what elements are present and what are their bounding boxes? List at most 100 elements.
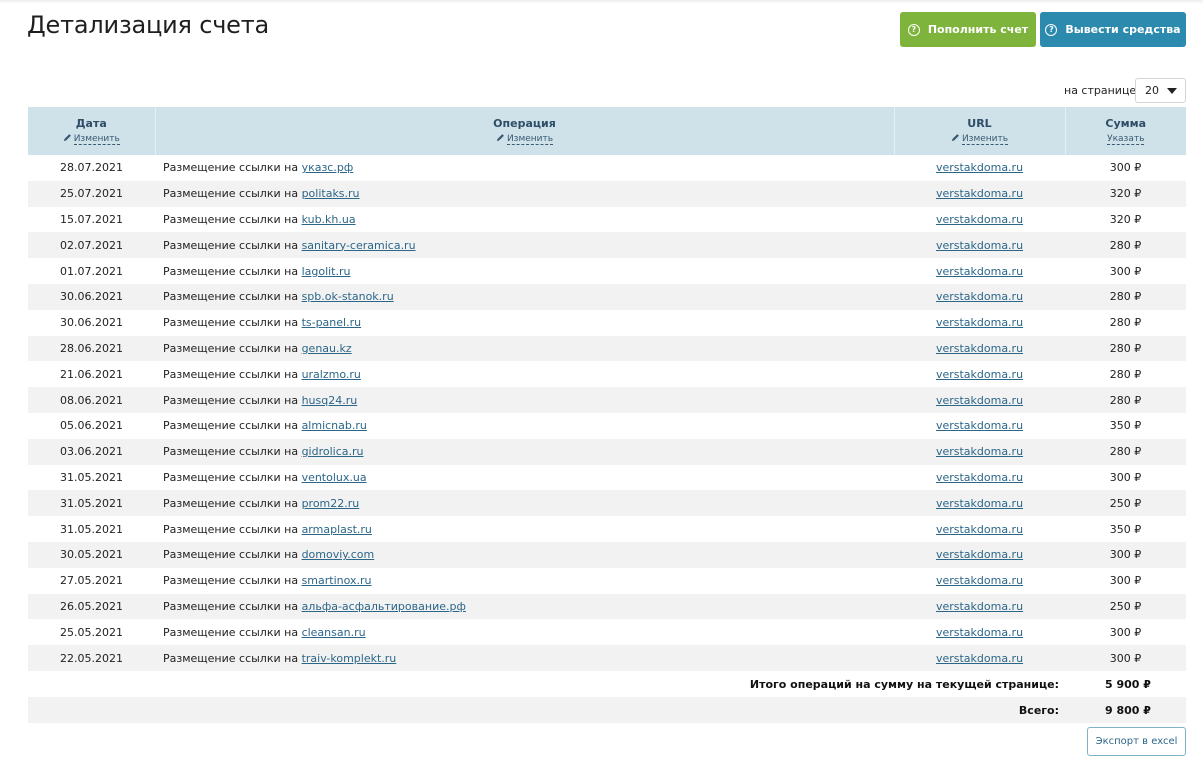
url-link[interactable]: verstakdoma.ru — [936, 600, 1023, 613]
row-sum: 300 ₽ — [1065, 645, 1186, 671]
row-date: 03.06.2021 — [28, 438, 155, 465]
row-url: verstakdoma.ru — [894, 593, 1065, 620]
row-operation: Размещение ссылки на альфа-асфальтирован… — [155, 593, 894, 620]
site-link[interactable]: armaplast.ru — [302, 523, 372, 536]
row-date: 31.05.2021 — [28, 490, 155, 517]
row-sum: 300 ₽ — [1109, 470, 1142, 484]
row-sum: 320 ₽ — [1109, 212, 1142, 226]
url-link[interactable]: verstakdoma.ru — [936, 368, 1023, 381]
row-url: verstakdoma.ru — [894, 438, 1065, 465]
operation-prefix: Размещение ссылки на — [163, 393, 299, 407]
site-link[interactable]: lagolit.ru — [302, 265, 351, 278]
topup-button[interactable]: ? Пополнить счет — [900, 12, 1036, 47]
site-link[interactable]: spb.ok-stanok.ru — [302, 290, 394, 303]
withdraw-button-label: Вывести средства — [1065, 23, 1181, 36]
operation-prefix: Размещение ссылки на — [163, 651, 299, 665]
site-link[interactable]: politaks.ru — [302, 187, 360, 200]
operation-prefix: Размещение ссылки на — [163, 187, 299, 201]
table-row: 30.06.2021 Размещение ссылки на ts-panel.… — [28, 310, 1186, 336]
row-sum: 300 ₽ — [1065, 541, 1186, 568]
site-link[interactable]: kub.kh.ua — [302, 213, 356, 226]
table-header-row: Дата Изменить Операция Изменить URL Изме… — [28, 107, 1186, 155]
url-link[interactable]: verstakdoma.ru — [936, 394, 1023, 407]
site-link[interactable]: gidrolica.ru — [302, 445, 364, 458]
operation-prefix: Размещение ссылки на — [163, 522, 299, 536]
row-operation: Размещение ссылки на genau.kz — [155, 335, 894, 362]
grand-total-value: 9 800 ₽ — [1105, 704, 1151, 717]
row-date: 31.05.2021 — [60, 470, 123, 484]
url-link[interactable]: verstakdoma.ru — [936, 574, 1023, 587]
url-link[interactable]: verstakdoma.ru — [936, 342, 1023, 355]
row-date: 08.06.2021 — [28, 387, 155, 413]
url-link[interactable]: verstakdoma.ru — [936, 471, 1023, 484]
site-link[interactable]: uralzmo.ru — [302, 368, 361, 381]
row-url: verstakdoma.ru — [894, 232, 1065, 259]
export-excel-button[interactable]: Экспорт в excel — [1087, 727, 1186, 756]
row-url: verstakdoma.ru — [894, 413, 1065, 439]
site-link[interactable]: альфа-асфальтирование.рф — [302, 600, 466, 613]
url-link[interactable]: verstakdoma.ru — [936, 548, 1023, 561]
url-link[interactable]: verstakdoma.ru — [936, 290, 1023, 303]
site-link[interactable]: almicnab.ru — [302, 419, 367, 432]
operation-prefix: Размещение ссылки на — [163, 599, 299, 613]
row-operation: Размещение ссылки на smartinox.ru — [155, 568, 894, 594]
operation-prefix: Размещение ссылки на — [163, 264, 299, 278]
url-link[interactable]: verstakdoma.ru — [936, 187, 1023, 200]
column-header-sum: Сумма Указать — [1065, 107, 1186, 155]
url-link[interactable]: verstakdoma.ru — [936, 497, 1023, 510]
operation-prefix: Размещение ссылки на — [163, 445, 299, 459]
site-link[interactable]: traiv-komplekt.ru — [302, 652, 397, 665]
grand-total-row: Всего: 9 800 ₽ — [28, 697, 1186, 723]
url-link[interactable]: verstakdoma.ru — [936, 523, 1023, 536]
row-date: 30.05.2021 — [28, 541, 155, 568]
operation-prefix: Размещение ссылки на — [163, 290, 299, 304]
row-url: verstakdoma.ru — [894, 207, 1065, 233]
row-sum: 280 ₽ — [1109, 367, 1142, 381]
set-sum-filter[interactable]: Указать — [1107, 134, 1145, 145]
url-link[interactable]: verstakdoma.ru — [936, 419, 1023, 432]
topup-button-label: Пополнить счет — [927, 23, 1029, 36]
edit-operation-filter[interactable]: Изменить — [506, 134, 554, 145]
column-header-date: Дата Изменить — [28, 107, 156, 155]
table-row: 31.05.2021 Размещение ссылки на ventolux.… — [28, 465, 1186, 491]
row-sum: 280 ₽ — [1065, 283, 1186, 310]
row-operation: Размещение ссылки на sanitary-ceramica.r… — [155, 232, 894, 259]
site-link[interactable]: genau.kz — [302, 342, 352, 355]
site-link[interactable]: ventolux.ua — [302, 471, 367, 484]
row-operation: Размещение ссылки на prom22.ru — [155, 490, 894, 517]
url-link[interactable]: verstakdoma.ru — [936, 265, 1023, 278]
url-link[interactable]: verstakdoma.ru — [936, 445, 1023, 458]
edit-date-filter[interactable]: Изменить — [73, 134, 120, 145]
site-link[interactable]: sanitary-ceramica.ru — [302, 239, 416, 252]
site-link[interactable]: smartinox.ru — [302, 574, 372, 587]
row-operation: Размещение ссылки на spb.ok-stanok.ru — [155, 283, 894, 310]
row-operation: Размещение ссылки на cleansan.ru — [155, 619, 894, 645]
site-link[interactable]: указс.рф — [302, 161, 354, 174]
site-link[interactable]: ts-panel.ru — [302, 316, 362, 329]
url-link[interactable]: verstakdoma.ru — [936, 626, 1023, 639]
per-page-select[interactable]: 20 — [1135, 78, 1186, 103]
column-title: Операция — [493, 117, 556, 130]
row-operation: Размещение ссылки на kub.kh.ua — [155, 207, 894, 233]
question-icon: ? — [1045, 23, 1058, 36]
row-url: verstakdoma.ru — [894, 619, 1065, 645]
site-link[interactable]: domoviy.com — [302, 548, 375, 561]
site-link[interactable]: cleansan.ru — [302, 626, 366, 639]
edit-url-filter[interactable]: Изменить — [961, 134, 1009, 145]
table-row: 25.05.2021 Размещение ссылки на cleansan.… — [28, 619, 1186, 645]
url-link[interactable]: verstakdoma.ru — [936, 161, 1023, 174]
url-link[interactable]: verstakdoma.ru — [936, 239, 1023, 252]
table-row: 26.05.2021 Размещение ссылки на альфа-асф… — [28, 593, 1186, 620]
pencil-icon — [951, 134, 959, 142]
row-url: verstakdoma.ru — [894, 335, 1065, 362]
url-link[interactable]: verstakdoma.ru — [936, 316, 1023, 329]
site-link[interactable]: husq24.ru — [302, 394, 358, 407]
row-url: verstakdoma.ru — [894, 465, 1065, 491]
withdraw-button[interactable]: ? Вывести средства — [1040, 12, 1186, 47]
url-link[interactable]: verstakdoma.ru — [936, 652, 1023, 665]
per-page-value: 20 — [1145, 84, 1159, 97]
table-row: 02.07.2021 Размещение ссылки на sanitary-… — [28, 232, 1186, 259]
site-link[interactable]: prom22.ru — [302, 497, 360, 510]
url-link[interactable]: verstakdoma.ru — [936, 213, 1023, 226]
grand-total-label: Всего: — [1018, 704, 1059, 717]
